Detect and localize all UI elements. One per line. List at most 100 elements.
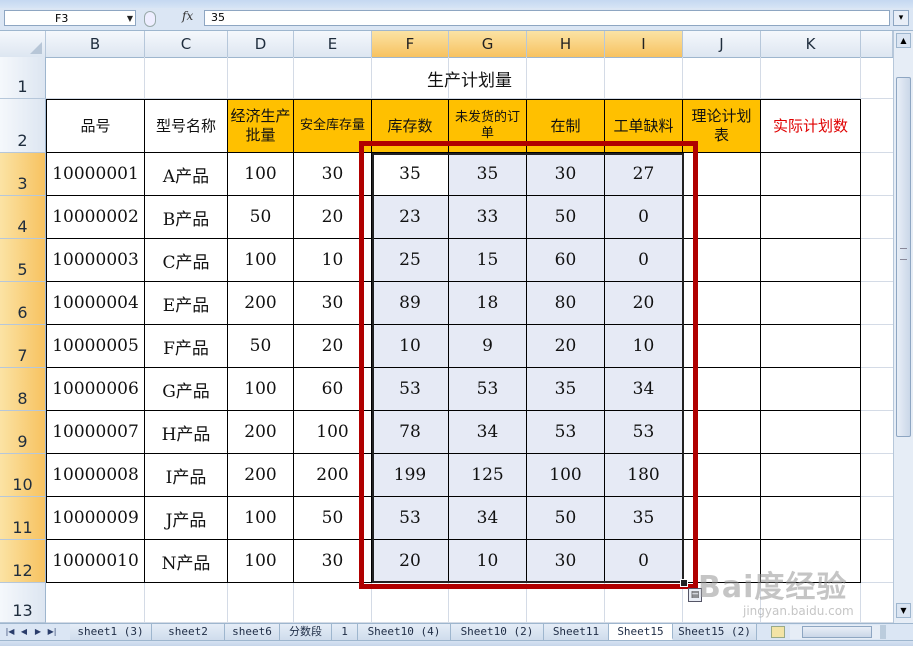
data-cell[interactable]: 50 bbox=[527, 497, 605, 540]
vertical-scrollbar[interactable]: ▲ ▼ bbox=[893, 31, 913, 623]
data-cell[interactable]: 10000007 bbox=[46, 411, 145, 454]
data-cell[interactable] bbox=[683, 411, 761, 454]
data-cell[interactable]: 25 bbox=[372, 239, 449, 282]
data-cell[interactable]: 50 bbox=[228, 325, 294, 368]
formula-input[interactable]: 35 bbox=[204, 10, 890, 26]
column-header-f[interactable]: F bbox=[372, 31, 449, 57]
select-all-button[interactable] bbox=[0, 31, 46, 57]
data-cell[interactable]: 78 bbox=[372, 411, 449, 454]
data-cell[interactable]: F产品 bbox=[145, 325, 228, 368]
data-cell[interactable]: 20 bbox=[294, 325, 372, 368]
prev-sheet-icon[interactable]: ◀ bbox=[18, 626, 30, 638]
data-cell[interactable]: 10000006 bbox=[46, 368, 145, 411]
data-cell[interactable]: B产品 bbox=[145, 196, 228, 239]
vertical-scroll-thumb[interactable] bbox=[896, 77, 911, 437]
data-cell[interactable]: 34 bbox=[449, 497, 527, 540]
data-cell[interactable] bbox=[683, 153, 761, 196]
sheet-tab[interactable]: sheet6 bbox=[225, 624, 280, 640]
data-cell[interactable]: 100 bbox=[527, 454, 605, 497]
data-cell[interactable]: 0 bbox=[605, 239, 683, 282]
data-cell[interactable]: 30 bbox=[527, 540, 605, 583]
worksheet-grid[interactable]: 生产计划量 品号 型号名称 经济生产批量 安全库存量 库存数 未发货的订单 在制 工单缺料 理论… bbox=[46, 57, 893, 623]
sheet-tab[interactable]: Sheet15 bbox=[609, 624, 673, 640]
data-cell[interactable]: 30 bbox=[527, 153, 605, 196]
data-cell[interactable] bbox=[761, 282, 861, 325]
data-cell[interactable]: 35 bbox=[527, 368, 605, 411]
column-header-k[interactable]: K bbox=[761, 31, 861, 57]
data-cell[interactable]: 10 bbox=[449, 540, 527, 583]
data-cell[interactable]: 20 bbox=[605, 282, 683, 325]
data-cell[interactable]: 34 bbox=[605, 368, 683, 411]
data-cell[interactable]: 180 bbox=[605, 454, 683, 497]
sheet-tab[interactable]: sheet1 (3) bbox=[70, 624, 152, 640]
scroll-up-arrow-icon[interactable]: ▲ bbox=[896, 33, 911, 48]
row-header-6[interactable]: 6 bbox=[0, 282, 46, 325]
data-cell[interactable]: 18 bbox=[449, 282, 527, 325]
data-cell[interactable]: 100 bbox=[228, 540, 294, 583]
data-cell[interactable]: 10000003 bbox=[46, 239, 145, 282]
header-cell[interactable]: 经济生产批量 bbox=[228, 99, 294, 153]
header-cell[interactable]: 未发货的订单 bbox=[449, 99, 527, 153]
data-cell[interactable]: 50 bbox=[527, 196, 605, 239]
column-header-l[interactable] bbox=[861, 31, 893, 57]
expand-formula-bar-button[interactable]: ▾ bbox=[893, 10, 909, 26]
data-cell[interactable]: 10000002 bbox=[46, 196, 145, 239]
header-cell[interactable]: 型号名称 bbox=[145, 99, 228, 153]
sheet-tab[interactable]: sheet2 bbox=[152, 624, 225, 640]
data-cell[interactable]: 20 bbox=[372, 540, 449, 583]
data-cell[interactable] bbox=[761, 196, 861, 239]
data-cell[interactable]: 50 bbox=[228, 196, 294, 239]
data-cell[interactable]: 10 bbox=[372, 325, 449, 368]
insert-sheet-icon[interactable] bbox=[771, 626, 785, 638]
sheet-tab[interactable]: Sheet11 bbox=[544, 624, 609, 640]
name-box[interactable]: F3 ▼ bbox=[4, 10, 136, 26]
sheet-tab[interactable]: 分数段 bbox=[280, 624, 332, 640]
data-cell[interactable]: I产品 bbox=[145, 454, 228, 497]
data-cell[interactable]: 10 bbox=[294, 239, 372, 282]
row-header-7[interactable]: 7 bbox=[0, 325, 46, 368]
data-cell[interactable]: 80 bbox=[527, 282, 605, 325]
tab-splitter[interactable] bbox=[880, 625, 886, 639]
data-cell[interactable]: 53 bbox=[372, 368, 449, 411]
row-header-4[interactable]: 4 bbox=[0, 196, 46, 239]
row-header-9[interactable]: 9 bbox=[0, 411, 46, 454]
data-cell[interactable]: 199 bbox=[372, 454, 449, 497]
last-sheet-icon[interactable]: ▶| bbox=[46, 626, 58, 638]
data-cell[interactable]: 10000005 bbox=[46, 325, 145, 368]
column-header-h[interactable]: H bbox=[527, 31, 605, 57]
data-cell[interactable]: 89 bbox=[372, 282, 449, 325]
sheet-title-cell[interactable]: 生产计划量 bbox=[46, 57, 893, 99]
data-cell[interactable]: 33 bbox=[449, 196, 527, 239]
data-cell[interactable]: 60 bbox=[294, 368, 372, 411]
data-cell[interactable]: 200 bbox=[228, 282, 294, 325]
data-cell[interactable]: 20 bbox=[527, 325, 605, 368]
horizontal-scroll-thumb[interactable] bbox=[802, 626, 872, 638]
row-header-12[interactable]: 12 bbox=[0, 540, 46, 583]
data-cell[interactable] bbox=[683, 196, 761, 239]
data-cell[interactable]: G产品 bbox=[145, 368, 228, 411]
data-cell[interactable]: 60 bbox=[527, 239, 605, 282]
data-cell[interactable]: E产品 bbox=[145, 282, 228, 325]
data-cell[interactable]: 0 bbox=[605, 196, 683, 239]
data-cell[interactable]: N产品 bbox=[145, 540, 228, 583]
column-header-j[interactable]: J bbox=[683, 31, 761, 57]
data-cell[interactable]: 27 bbox=[605, 153, 683, 196]
row-header-2[interactable]: 2 bbox=[0, 99, 46, 153]
data-cell[interactable] bbox=[761, 153, 861, 196]
data-cell[interactable]: 10 bbox=[605, 325, 683, 368]
data-cell[interactable]: 200 bbox=[228, 411, 294, 454]
next-sheet-icon[interactable]: ▶ bbox=[32, 626, 44, 638]
data-cell[interactable] bbox=[683, 454, 761, 497]
data-cell[interactable] bbox=[683, 239, 761, 282]
data-cell[interactable]: J产品 bbox=[145, 497, 228, 540]
data-cell[interactable]: 9 bbox=[449, 325, 527, 368]
data-cell[interactable]: 200 bbox=[228, 454, 294, 497]
data-cell[interactable] bbox=[683, 282, 761, 325]
data-cell[interactable]: 10000001 bbox=[46, 153, 145, 196]
column-header-b[interactable]: B bbox=[46, 31, 145, 57]
column-header-g[interactable]: G bbox=[449, 31, 527, 57]
data-cell[interactable]: 100 bbox=[228, 368, 294, 411]
data-cell[interactable]: 20 bbox=[294, 196, 372, 239]
data-cell[interactable] bbox=[683, 368, 761, 411]
data-cell[interactable]: 53 bbox=[372, 497, 449, 540]
